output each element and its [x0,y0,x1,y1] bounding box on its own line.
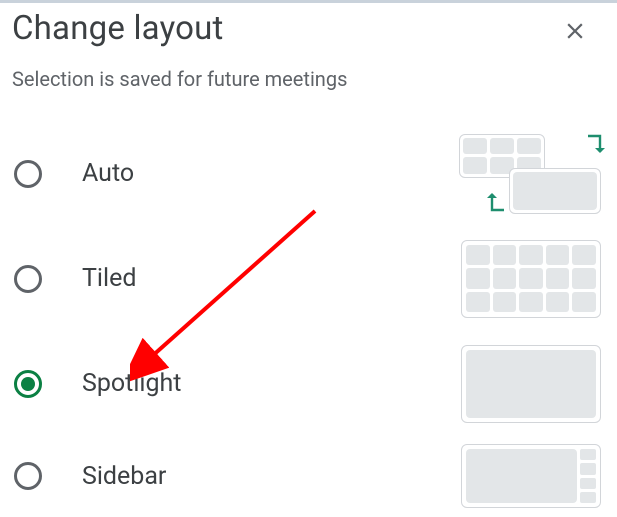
preview-spotlight-icon [461,345,601,423]
radio-tiled[interactable] [14,265,42,293]
radio-sidebar[interactable] [14,462,42,490]
layout-option-auto[interactable]: Auto [12,121,607,226]
layout-option-tiled[interactable]: Tiled [12,226,607,331]
radio-auto[interactable] [14,160,42,188]
layout-option-spotlight[interactable]: Spotlight [12,331,607,436]
option-label: Tiled [82,264,461,293]
close-button[interactable] [555,11,595,51]
option-label: Spotlight [82,369,461,398]
close-icon [562,18,588,44]
option-label: Auto [82,159,459,188]
option-label: Sidebar [82,462,461,491]
change-layout-dialog: Change layout Selection is saved for fut… [0,0,617,517]
dialog-title: Change layout [12,9,224,48]
preview-auto-icon [459,134,601,214]
dialog-subtitle: Selection is saved for future meetings [12,67,607,91]
preview-sidebar-icon [461,444,601,508]
preview-tiled-icon [461,240,601,318]
dialog-header: Change layout [12,9,607,51]
layout-option-sidebar[interactable]: Sidebar [12,436,607,516]
layout-options-list: Auto Tiled [12,121,607,516]
radio-spotlight[interactable] [14,370,42,398]
